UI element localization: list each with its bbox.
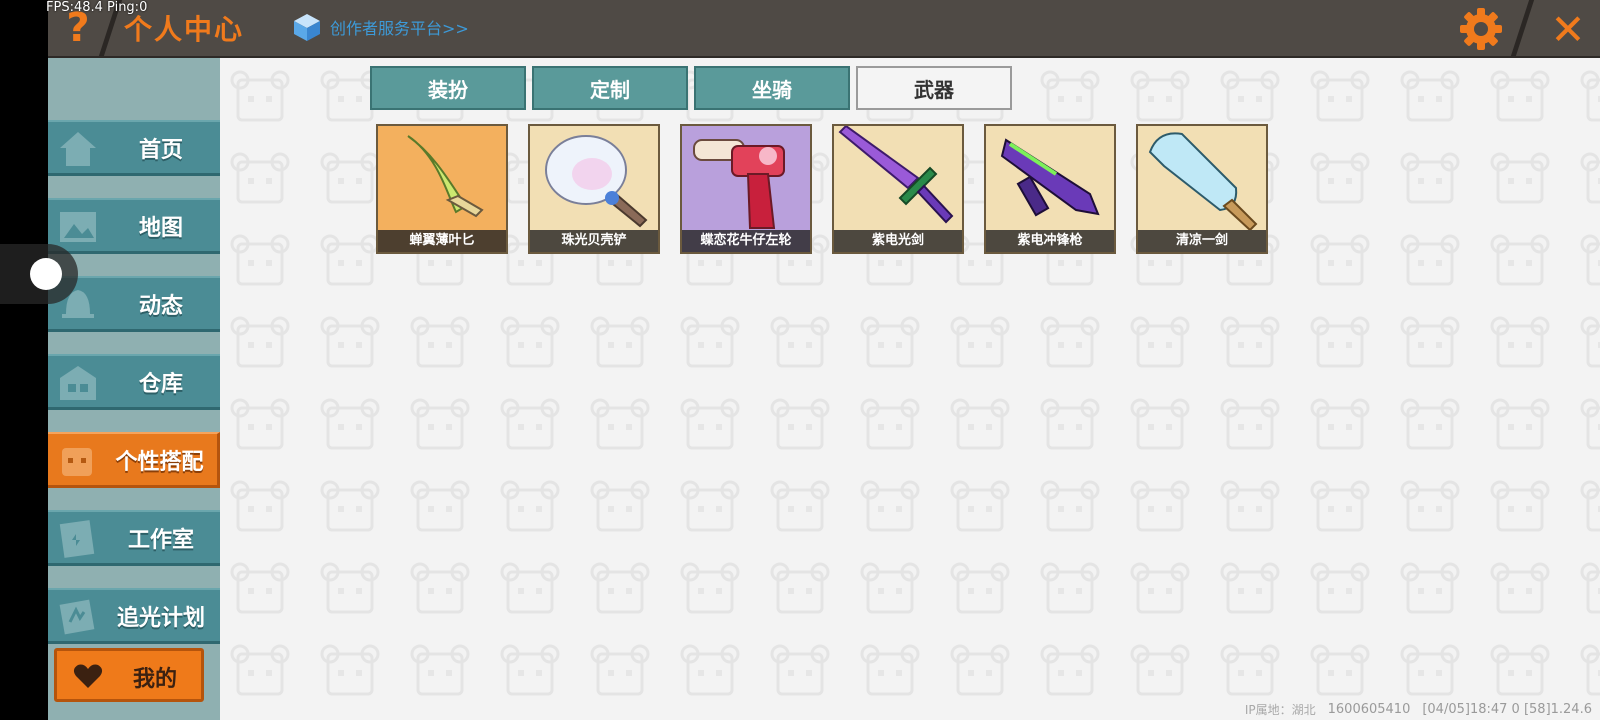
- weapon-name: 蝶恋花牛仔左轮: [682, 230, 810, 252]
- studio-icon: [59, 520, 95, 558]
- house-icon: [60, 132, 96, 166]
- sidebar-item-label: 地图: [138, 215, 183, 241]
- sidebar-item-studio[interactable]: 工作室: [48, 510, 220, 566]
- creator-link-text: 创作者服务平台>>: [330, 19, 469, 38]
- weapon-card[interactable]: 珠光贝壳铲: [528, 124, 660, 254]
- gear-icon[interactable]: [1458, 6, 1504, 52]
- sidebar-item-personalize[interactable]: 个性搭配: [48, 432, 220, 488]
- content-area: 装扮 定制 坐骑 武器 蝉翼薄叶匕 珠光贝壳铲 蝶恋花牛仔左轮 紫电光剑 紫电冲…: [220, 58, 1600, 720]
- weapon-card[interactable]: 清凉一剑: [1136, 124, 1268, 254]
- assistive-touch-button[interactable]: [0, 244, 78, 304]
- sidebar-item-label: 工作室: [127, 527, 194, 553]
- character-icon: [62, 448, 92, 476]
- sidebar-item-label: 个性搭配: [115, 449, 204, 475]
- tab-mount[interactable]: 坐骑: [694, 66, 850, 110]
- sidebar-item-label: 首页: [138, 137, 183, 163]
- heart-icon: [73, 664, 103, 688]
- popsicle-sword-icon: [1138, 126, 1266, 230]
- sidebar-item-label: 仓库: [138, 371, 183, 397]
- sidebar-item-map[interactable]: 地图: [48, 198, 220, 254]
- weapon-card[interactable]: 紫电光剑: [832, 124, 964, 254]
- sidebar-item-label: 追光计划: [116, 605, 205, 631]
- mine-label: 我的: [132, 667, 177, 692]
- map-icon: [60, 212, 96, 242]
- status-footer: IP属地：湖北 1600605410 [04/05]18:47 0 [58]1.…: [1245, 698, 1592, 720]
- tab-custom[interactable]: 定制: [532, 66, 688, 110]
- leaf-dagger-icon: [378, 126, 506, 230]
- sidebar: 首页 地图 动态 仓库 个性搭配 工作室 追光计划 我的: [48, 58, 220, 720]
- ip-location: IP属地：湖北: [1244, 702, 1316, 717]
- weapon-name: 紫电冲锋枪: [986, 230, 1114, 252]
- mine-button[interactable]: 我的: [54, 648, 204, 702]
- tab-bar: 装扮 定制 坐骑 武器: [370, 66, 1012, 110]
- weapon-card[interactable]: 蝶恋花牛仔左轮: [680, 124, 812, 254]
- sidebar-item-warehouse[interactable]: 仓库: [48, 354, 220, 410]
- weapon-name: 珠光贝壳铲: [530, 230, 658, 252]
- storage-icon: [60, 366, 96, 400]
- shell-shovel-icon: [530, 126, 658, 230]
- divider: [1510, 0, 1535, 56]
- sidebar-item-label: 动态: [138, 293, 183, 319]
- fps-overlay: FPS:48.4 Ping:0: [46, 0, 148, 15]
- weapon-card[interactable]: 紫电冲锋枪: [984, 124, 1116, 254]
- weapon-card[interactable]: 蝉翼薄叶匕: [376, 124, 508, 254]
- tab-outfit[interactable]: 装扮: [370, 66, 526, 110]
- close-button[interactable]: ✕: [1542, 4, 1594, 54]
- user-id: 1600605410: [1327, 701, 1411, 717]
- weapon-name: 紫电光剑: [834, 230, 962, 252]
- tab-weapon[interactable]: 武器: [856, 66, 1012, 110]
- creator-platform-link[interactable]: 创作者服务平台>>: [292, 8, 469, 46]
- version-status: [04/05]18:47 0 [58]1.24.6: [1422, 701, 1592, 717]
- app-window: 装扮 定制 坐骑 武器 蝉翼薄叶匕 珠光贝壳铲 蝶恋花牛仔左轮 紫电光剑 紫电冲…: [48, 0, 1600, 720]
- plan-icon: [59, 599, 95, 635]
- weapon-name: 蝉翼薄叶匕: [378, 230, 506, 252]
- purple-sword-icon: [834, 126, 962, 230]
- cube-icon: [294, 14, 320, 41]
- weapon-name: 清凉一剑: [1138, 230, 1266, 252]
- sidebar-item-chase-light[interactable]: 追光计划: [48, 588, 220, 644]
- revolver-icon: [682, 126, 810, 230]
- top-bar: ? 个人中心 创作者服务平台>> ✕: [48, 0, 1600, 58]
- weapon-grid: 蝉翼薄叶匕 珠光贝壳铲 蝶恋花牛仔左轮 紫电光剑 紫电冲锋枪 清凉一剑: [376, 124, 1268, 254]
- submachine-gun-icon: [986, 126, 1114, 230]
- assistive-dot: [30, 258, 62, 290]
- sidebar-item-home[interactable]: 首页: [48, 120, 220, 176]
